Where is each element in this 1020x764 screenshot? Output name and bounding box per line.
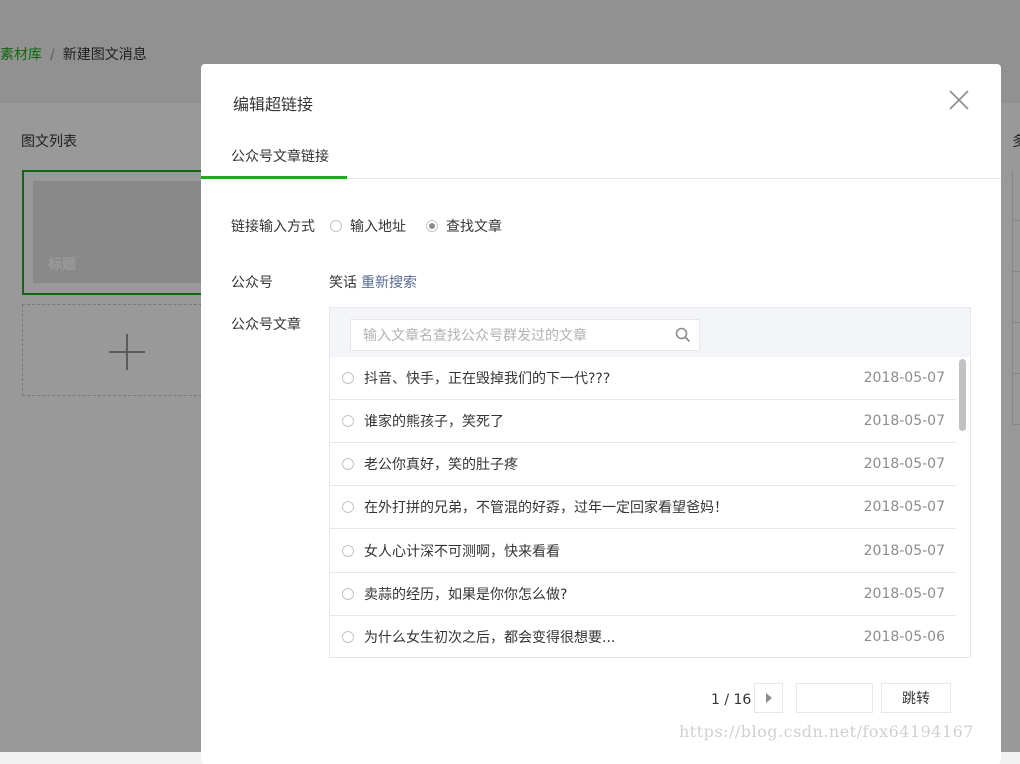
article-date: 2018-05-07 bbox=[863, 586, 945, 602]
list-item[interactable]: 老公你真好，笑的肚子疼 2018-05-07 bbox=[330, 443, 956, 486]
article-date: 2018-05-07 bbox=[863, 370, 945, 386]
search-input[interactable] bbox=[361, 320, 665, 352]
close-icon[interactable] bbox=[947, 88, 971, 112]
jump-button[interactable]: 跳转 bbox=[881, 683, 951, 713]
option-input-url[interactable]: 输入地址 bbox=[330, 216, 406, 236]
list-item[interactable]: 为什么女生初次之后，都会变得很想要... 2018-05-06 bbox=[330, 616, 956, 657]
article-title: 老公你真好，笑的肚子疼 bbox=[364, 457, 518, 473]
scrollbar-thumb[interactable] bbox=[959, 359, 966, 431]
option-find-article-label: 查找文章 bbox=[446, 219, 502, 235]
page-number-input[interactable] bbox=[796, 683, 873, 713]
article-radio[interactable] bbox=[342, 631, 354, 643]
article-radio[interactable] bbox=[342, 501, 354, 513]
option-find-article[interactable]: 查找文章 bbox=[426, 216, 502, 236]
account-name: 笑话 bbox=[329, 275, 357, 291]
radio-input-url[interactable] bbox=[330, 220, 342, 232]
search-icon[interactable] bbox=[675, 327, 691, 343]
article-radio[interactable] bbox=[342, 588, 354, 600]
search-box bbox=[350, 319, 700, 352]
article-radio[interactable] bbox=[342, 458, 354, 470]
article-title: 卖蒜的经历，如果是你你怎么做? bbox=[364, 587, 568, 603]
article-radio[interactable] bbox=[342, 545, 354, 557]
article-radio[interactable] bbox=[342, 372, 354, 384]
article-date: 2018-05-07 bbox=[863, 456, 945, 472]
radio-find-article[interactable] bbox=[426, 220, 438, 232]
option-input-url-label: 输入地址 bbox=[350, 219, 406, 235]
article-search-area: 抖音、快手，正在毁掉我们的下一代??? 2018-05-07 谁家的熊孩子，笑死… bbox=[329, 307, 971, 658]
dialog-title: 编辑超链接 bbox=[233, 95, 314, 114]
list-item[interactable]: 谁家的熊孩子，笑死了 2018-05-07 bbox=[330, 400, 956, 443]
article-date: 2018-05-07 bbox=[863, 543, 945, 559]
edit-link-dialog: 编辑超链接 公众号文章链接 链接输入方式 输入地址 查找文章 公众号 笑话 重新… bbox=[201, 64, 1001, 764]
list-item[interactable]: 卖蒜的经历，如果是你你怎么做? 2018-05-07 bbox=[330, 573, 956, 616]
tab-active-indicator bbox=[201, 176, 347, 179]
article-date: 2018-05-07 bbox=[863, 413, 945, 429]
article-list: 抖音、快手，正在毁掉我们的下一代??? 2018-05-07 谁家的熊孩子，笑死… bbox=[330, 357, 956, 657]
articles-label: 公众号文章 bbox=[231, 317, 301, 333]
article-radio[interactable] bbox=[342, 415, 354, 427]
article-title: 谁家的熊孩子，笑死了 bbox=[364, 414, 504, 430]
list-scrollbar[interactable] bbox=[956, 357, 970, 657]
list-item[interactable]: 在外打拼的兄弟，不管混的好孬，过年一定回家看望爸妈！ 2018-05-07 bbox=[330, 486, 956, 529]
link-mode-label: 链接输入方式 bbox=[231, 219, 315, 235]
tab-article-link[interactable]: 公众号文章链接 bbox=[231, 146, 329, 166]
article-title: 女人心计深不可测啊，快来看看 bbox=[364, 544, 560, 560]
article-date: 2018-05-07 bbox=[863, 499, 945, 515]
watermark: https://blog.csdn.net/fox64194167 bbox=[679, 722, 975, 741]
account-label: 公众号 bbox=[231, 275, 273, 291]
list-item[interactable]: 女人心计深不可测啊，快来看看 2018-05-07 bbox=[330, 530, 956, 573]
article-title: 在外打拼的兄弟，不管混的好孬，过年一定回家看望爸妈！ bbox=[364, 500, 728, 516]
pager-next-button[interactable] bbox=[754, 683, 783, 713]
article-date: 2018-05-06 bbox=[863, 629, 945, 645]
research-link[interactable]: 重新搜索 bbox=[361, 272, 417, 292]
list-item[interactable]: 抖音、快手，正在毁掉我们的下一代??? 2018-05-07 bbox=[330, 357, 956, 400]
article-title: 为什么女生初次之后，都会变得很想要... bbox=[364, 630, 616, 646]
pager-info: 1 / 16 bbox=[711, 692, 752, 708]
article-title: 抖音、快手，正在毁掉我们的下一代??? bbox=[364, 371, 611, 387]
